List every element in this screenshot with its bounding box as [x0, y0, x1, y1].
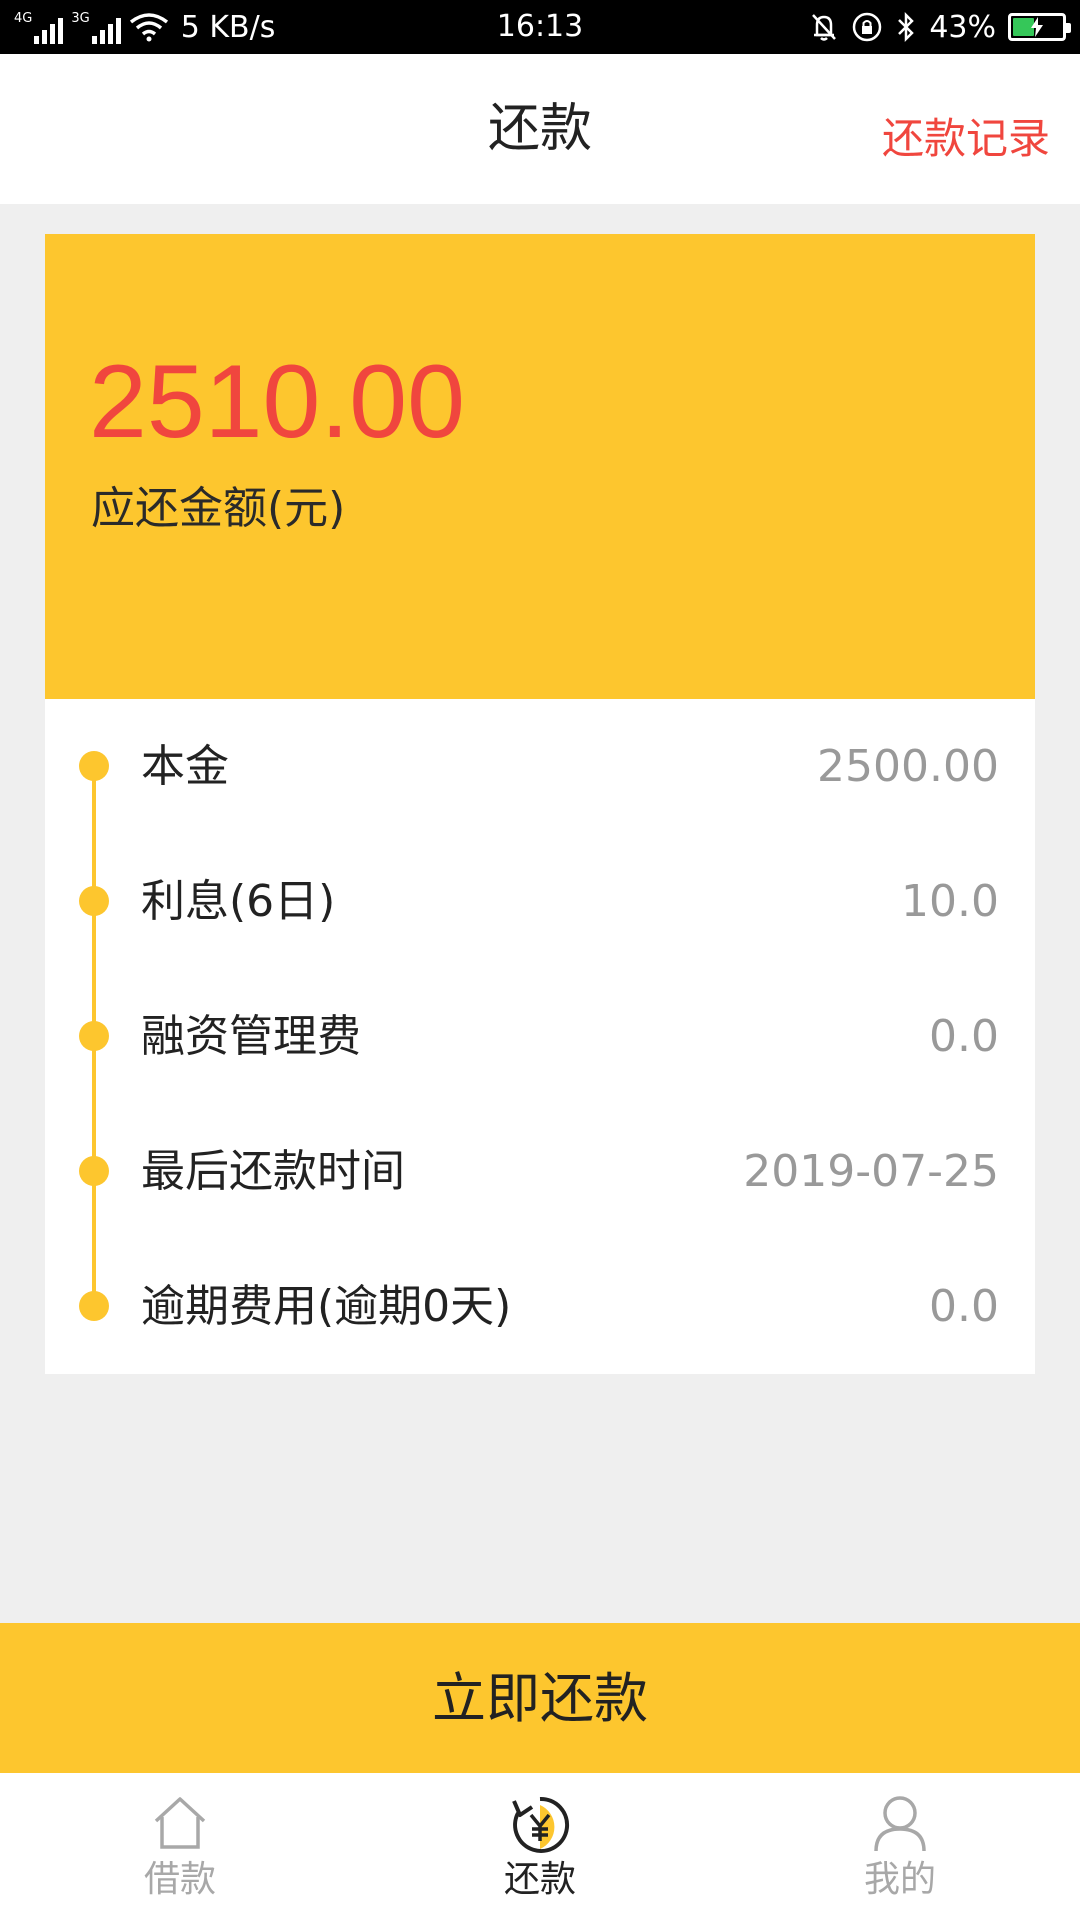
amount-due-label: 应还金额(元) — [91, 483, 346, 534]
detail-value: 0.0 — [929, 1011, 999, 1062]
battery-charging-icon — [1008, 13, 1071, 41]
tab-bar: 借款 还款 我的 — [0, 1773, 1080, 1920]
repay-now-button[interactable]: 立即还款 — [0, 1623, 1080, 1773]
timeline-dot — [79, 1156, 109, 1186]
detail-row-overdue-fee: 逾期费用(逾期0天) 0.0 — [45, 1239, 1035, 1374]
status-right: 43% — [809, 0, 1071, 54]
tab-repay[interactable]: 还款 — [360, 1773, 720, 1920]
amount-card: 2510.00 应还金额(元) — [45, 234, 1035, 699]
detail-label: 利息(6日) — [141, 876, 336, 927]
detail-row-principal: 本金 2500.00 — [45, 699, 1035, 834]
bluetooth-icon — [898, 11, 915, 43]
charging-bolt-icon — [1011, 13, 1063, 41]
detail-label: 最后还款时间 — [141, 1146, 405, 1197]
repayment-records-link[interactable]: 还款记录 — [882, 54, 1050, 224]
home-icon — [150, 1793, 210, 1853]
timeline-dot — [79, 1291, 109, 1321]
rotation-lock-icon — [853, 12, 882, 42]
detail-value: 2500.00 — [817, 741, 999, 792]
status-bar: 4G 3G 5 KB/s 16:13 43% — [0, 0, 1080, 54]
detail-label: 逾期费用(逾期0天) — [141, 1281, 512, 1332]
tab-label: 我的 — [863, 1859, 936, 1900]
user-icon — [870, 1793, 930, 1853]
amount-due-value: 2510.00 — [89, 344, 465, 460]
timeline-dot — [79, 751, 109, 781]
tab-mine[interactable]: 我的 — [720, 1773, 1080, 1920]
detail-value: 2019-07-25 — [743, 1146, 999, 1197]
detail-row-management-fee: 融资管理费 0.0 — [45, 969, 1035, 1104]
tab-borrow[interactable]: 借款 — [0, 1773, 360, 1920]
detail-row-due-date: 最后还款时间 2019-07-25 — [45, 1104, 1035, 1239]
header: 还款 还款记录 — [0, 54, 1080, 204]
tab-label: 借款 — [143, 1859, 216, 1900]
mute-icon — [812, 14, 837, 41]
timeline-dot — [79, 1021, 109, 1051]
battery-percent: 43% — [929, 9, 996, 45]
tab-label: 还款 — [503, 1859, 576, 1900]
detail-label: 本金 — [141, 741, 229, 792]
detail-label: 融资管理费 — [141, 1011, 361, 1062]
repay-yuan-icon — [510, 1793, 570, 1853]
detail-value: 10.0 — [901, 876, 999, 927]
repayment-detail-list: 本金 2500.00 利息(6日) 10.0 融资管理费 0.0 最后还款时间 … — [45, 699, 1035, 1374]
detail-value: 0.0 — [929, 1281, 999, 1332]
timeline-dot — [79, 886, 109, 916]
detail-row-interest: 利息(6日) 10.0 — [45, 834, 1035, 969]
